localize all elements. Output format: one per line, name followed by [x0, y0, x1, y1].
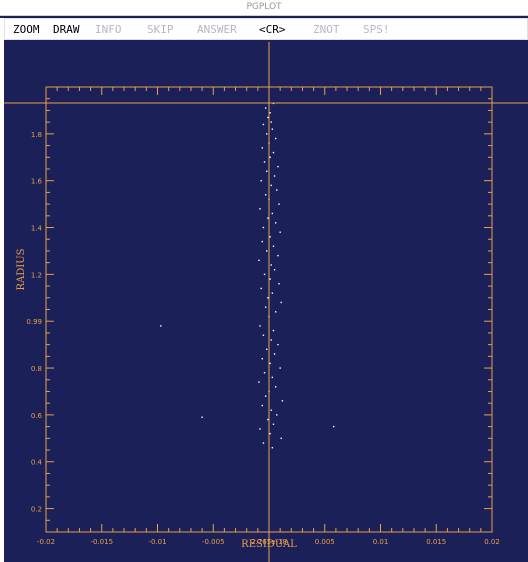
data-point [332, 425, 335, 428]
data-point [266, 348, 268, 351]
data-point [271, 376, 274, 379]
data-point [261, 240, 264, 243]
data-point [272, 423, 275, 425]
data-point [272, 329, 275, 332]
data-point [263, 161, 266, 163]
data-point [262, 226, 265, 229]
data-point [272, 245, 275, 247]
y-tick-label: 0.2 [31, 506, 42, 514]
data-point [259, 208, 261, 210]
data-point [274, 311, 277, 313]
data-point [260, 287, 262, 290]
x-tick-label: 0.01 [373, 538, 389, 546]
x-tick-label: 0.02 [484, 538, 500, 546]
data-point [269, 362, 271, 365]
y-tick-label: 1.8 [31, 131, 42, 139]
data-point [263, 372, 266, 374]
data-point [258, 259, 260, 262]
data-point [279, 231, 281, 233]
data-point [278, 203, 280, 205]
data-point [274, 222, 277, 224]
y-axis-label: RADIUS [16, 248, 27, 290]
data-point [270, 264, 272, 266]
data-point [264, 194, 267, 196]
data-point [277, 343, 279, 346]
plot-axes: -0.02-0.015-0.01-0.0052.765e-180.0050.01… [16, 86, 500, 550]
data-point [267, 217, 269, 219]
data-point [266, 133, 268, 135]
data-point [274, 386, 277, 388]
data-point [267, 418, 269, 421]
y-tick-label: 0.8 [31, 365, 42, 373]
y-tick-label: 1.6 [31, 178, 43, 186]
data-point [277, 254, 279, 257]
y-tick-label: 0.6 [31, 412, 43, 420]
crosshair-cursor [4, 42, 528, 562]
data-point [276, 414, 278, 416]
x-tick-label: -0.015 [90, 538, 113, 546]
data-point [271, 212, 274, 215]
data-point [273, 175, 276, 177]
data-point [270, 121, 272, 123]
data-point [280, 301, 282, 304]
data-point [271, 446, 274, 449]
data-point [279, 367, 281, 369]
data-point [201, 416, 203, 418]
data-point [264, 395, 267, 397]
data-point [269, 112, 271, 114]
y-tick-label: 0.99 [26, 318, 42, 326]
data-point [280, 437, 282, 440]
x-tick-label: 0.015 [426, 538, 446, 546]
data-point [281, 400, 284, 402]
data-point [264, 107, 267, 109]
data-point [272, 151, 275, 154]
data-point [262, 123, 265, 126]
data-point [271, 128, 274, 130]
data-point [262, 334, 265, 336]
data-point [269, 432, 271, 435]
scatter-points [160, 102, 335, 449]
data-point [271, 292, 274, 294]
data-point [274, 137, 277, 140]
data-point [277, 165, 279, 168]
data-point [259, 325, 261, 327]
data-point [267, 116, 269, 119]
y-tick-label: 0.4 [31, 459, 43, 467]
data-point [264, 306, 267, 308]
data-point [266, 250, 268, 252]
data-point [263, 273, 266, 276]
data-point [261, 404, 264, 407]
data-point [269, 236, 271, 238]
data-point [270, 339, 272, 341]
x-tick-label: -0.01 [148, 538, 166, 546]
plot-canvas[interactable]: -0.02-0.015-0.01-0.0052.765e-180.0050.01… [0, 0, 528, 562]
data-point [270, 409, 272, 411]
data-point [267, 297, 269, 299]
x-tick-label: 0.005 [315, 538, 335, 546]
y-tick-label: 1.4 [31, 225, 43, 233]
data-point [266, 170, 268, 173]
data-point [273, 268, 276, 271]
data-point [258, 381, 260, 383]
data-point [270, 184, 272, 187]
y-tick-label: 1.2 [31, 271, 42, 279]
data-point [259, 428, 261, 430]
data-point [269, 278, 271, 280]
x-tick-label: -0.005 [202, 538, 225, 546]
x-tick-label: -0.02 [37, 538, 55, 546]
data-point [276, 189, 278, 191]
data-point [278, 283, 280, 285]
data-point [269, 156, 271, 158]
data-point [273, 353, 276, 355]
data-point [261, 147, 264, 149]
data-point [261, 357, 264, 360]
data-point [160, 325, 162, 327]
data-point [260, 179, 262, 182]
data-point [262, 442, 265, 444]
